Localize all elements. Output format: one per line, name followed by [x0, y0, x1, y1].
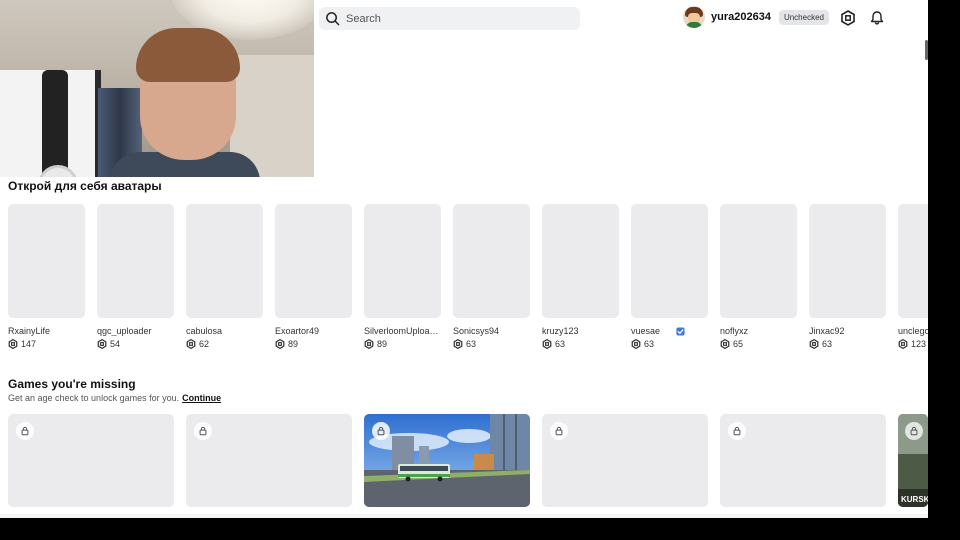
search-bar[interactable]: Search	[319, 7, 580, 30]
avatar-price: 63	[644, 339, 655, 349]
avatar-thumbnail[interactable]	[809, 204, 886, 318]
search-placeholder: Search	[346, 12, 381, 25]
page: ne Search yura202634 Unchecked Открой дл…	[0, 0, 928, 518]
lock-icon	[194, 422, 212, 440]
lock-icon	[728, 422, 746, 440]
avatar-card[interactable]: Jinxac92 63	[809, 204, 886, 349]
game-card[interactable]	[186, 414, 352, 507]
username[interactable]: yura202634	[711, 11, 771, 23]
avatar-price: 63	[466, 339, 477, 349]
avatar-thumbnail[interactable]	[275, 204, 352, 318]
robux-icon	[898, 339, 908, 349]
search-icon	[326, 12, 340, 26]
avatar-thumbnail[interactable]	[542, 204, 619, 318]
avatar-thumbnail[interactable]	[631, 204, 708, 318]
robux-icon	[8, 339, 18, 349]
avatar-creator-name[interactable]: kruzy123	[542, 326, 579, 336]
avatar-thumbnail[interactable]	[97, 204, 174, 318]
robux-icon	[809, 339, 819, 349]
verified-badge-icon	[676, 326, 685, 336]
avatar-card[interactable]: Sonicsys94 63	[453, 204, 530, 349]
avatar-creator-name[interactable]: noflyxz	[720, 326, 748, 336]
avatar-creator-name[interactable]: qgc_uploader	[97, 326, 152, 336]
avatar-creator-name[interactable]: Exoartor49	[275, 326, 319, 336]
game-card[interactable]	[542, 414, 708, 507]
avatar-card[interactable]: qgc_uploader 54	[97, 204, 174, 349]
avatar-creator-name[interactable]: unclego	[898, 326, 928, 336]
cut-off-game-titles	[0, 514, 928, 518]
avatar-card[interactable]: Exoartor49 89	[275, 204, 352, 349]
robux-icon	[186, 339, 196, 349]
avatar-creator-name[interactable]: Sonicsys94	[453, 326, 499, 336]
robux-icon[interactable]	[840, 10, 856, 26]
avatar-thumbnail[interactable]	[720, 204, 797, 318]
avatar-price: 63	[822, 339, 833, 349]
avatar-thumbnail[interactable]	[453, 204, 530, 318]
avatar-price: 147	[21, 339, 37, 349]
robux-icon	[453, 339, 463, 349]
person-hair	[136, 28, 240, 82]
lock-icon	[372, 422, 390, 440]
avatar-thumbnail[interactable]	[364, 204, 441, 318]
avatar-price: 123	[911, 339, 927, 349]
robux-icon	[631, 339, 641, 349]
game-card-bus-simulator[interactable]	[364, 414, 530, 507]
avatar-thumbnail[interactable]	[186, 204, 263, 318]
avatar-card[interactable]: noflyxz 65	[720, 204, 797, 349]
avatar-creator-name[interactable]: SilverloomUploa…	[364, 326, 439, 336]
account-status-badge: Unchecked	[778, 9, 829, 25]
robux-icon	[97, 339, 107, 349]
avatars-section-title: Открой для себя аватары	[8, 179, 162, 193]
avatar-card[interactable]: kruzy123 63	[542, 204, 619, 349]
continue-link[interactable]: Continue	[182, 393, 221, 403]
avatar-creator-name[interactable]: cabulosa	[186, 326, 222, 336]
avatar-thumbnail[interactable]	[898, 204, 928, 318]
avatar-card[interactable]: unclego 123	[898, 204, 928, 349]
game-card[interactable]	[8, 414, 174, 507]
lock-icon	[550, 422, 568, 440]
game-card-kursk[interactable]: KURSK	[898, 414, 928, 507]
lock-icon	[16, 422, 34, 440]
robux-icon	[364, 339, 374, 349]
avatar-creator-name[interactable]: RxainyLife	[8, 326, 50, 336]
games-section-subtitle: Get an age check to unlock games for you…	[8, 393, 221, 403]
game-card[interactable]	[720, 414, 886, 507]
robux-icon	[275, 339, 285, 349]
chair: ne	[0, 70, 101, 177]
avatar-price: 54	[110, 339, 121, 349]
avatar-card[interactable]: cabulosa 62	[186, 204, 263, 349]
avatar-price: 89	[288, 339, 299, 349]
avatar-price: 65	[733, 339, 744, 349]
notifications-bell-icon[interactable]	[869, 10, 885, 26]
avatar-price: 62	[199, 339, 210, 349]
avatar-price: 89	[377, 339, 388, 349]
avatar-creator-name[interactable]: Jinxac92	[809, 326, 845, 336]
avatar-card[interactable]: SilverloomUploa… 89	[364, 204, 441, 349]
games-section-title: Games you're missing	[8, 377, 136, 391]
game-title-overlay: KURSK	[901, 495, 928, 504]
avatar[interactable]	[683, 6, 705, 28]
robux-icon	[542, 339, 552, 349]
scrollbar-thumb[interactable]	[925, 40, 928, 60]
user-profile[interactable]: yura202634 Unchecked	[683, 6, 829, 28]
webcam-overlay: ne	[0, 0, 314, 177]
lock-icon	[905, 422, 923, 440]
robux-icon	[720, 339, 730, 349]
avatar-thumbnail[interactable]	[8, 204, 85, 318]
avatar-card[interactable]: RxainyLife 147	[8, 204, 85, 349]
avatar-creator-name[interactable]: vuesae	[631, 326, 660, 336]
games-subtitle-text: Get an age check to unlock games for you…	[8, 393, 180, 403]
avatar-card[interactable]: vuesae 63	[631, 204, 708, 349]
avatar-price: 63	[555, 339, 566, 349]
